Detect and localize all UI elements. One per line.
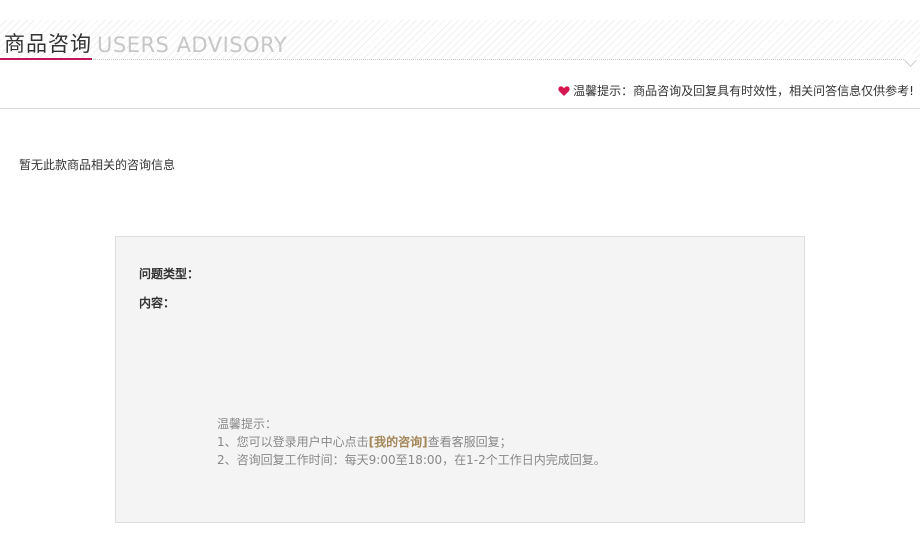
content-label: 内容： — [139, 296, 176, 310]
notice-tip: 温馨提示：商品咨询及回复具有时效性，相关问答信息仅供参考! — [558, 83, 914, 99]
form-notice-line-1: 1、您可以登录用户中心点击[我的咨询]查看客服回复； — [217, 433, 606, 451]
form-notice-line-1-prefix: 1、您可以登录用户中心点击 — [217, 435, 369, 449]
notice-tip-text: 温馨提示：商品咨询及回复具有时效性，相关问答信息仅供参考! — [573, 84, 914, 98]
section-divider — [0, 108, 920, 109]
title-underline — [0, 58, 92, 60]
empty-state-message: 暂无此款商品相关的咨询信息 — [19, 158, 176, 172]
form-notice-line-2: 2、咨询回复工作时间：每天9:00至18:00，在1-2个工作日内完成回复。 — [217, 453, 606, 467]
form-notice-heading: 温馨提示： — [217, 417, 278, 431]
heart-icon — [558, 86, 570, 96]
question-type-label: 问题类型： — [139, 267, 200, 281]
section-title-english: USERS ADVISORY — [97, 33, 288, 57]
my-consultation-link[interactable]: [我的咨询] — [369, 435, 428, 449]
form-notice-line-1-suffix: 查看客服回复； — [427, 435, 512, 449]
header-dotted-line — [0, 59, 910, 60]
form-notice: 温馨提示： 1、您可以登录用户中心点击[我的咨询]查看客服回复； 2、咨询回复工… — [217, 415, 606, 469]
section-title: 商品咨询 — [4, 32, 92, 56]
consult-form-panel: 问题类型： 内容： 温馨提示： 1、您可以登录用户中心点击[我的咨询]查看客服回… — [115, 236, 805, 523]
